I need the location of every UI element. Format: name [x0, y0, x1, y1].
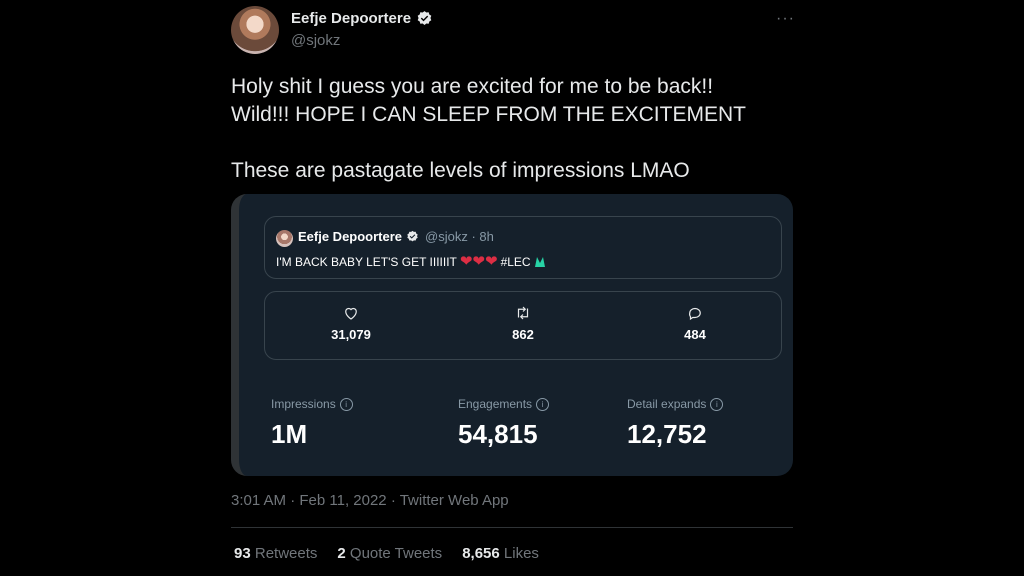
- info-icon: i: [536, 397, 550, 411]
- replies-count: 484: [684, 327, 706, 342]
- tweet-counts: 93 Retweets 2 Quote Tweets 8,656 Likes: [234, 545, 539, 562]
- engagements-value: 54,815: [458, 419, 538, 449]
- likes-stat: 31,079: [306, 304, 396, 342]
- quoted-avatar: [276, 230, 293, 247]
- engagement-stats-box: 31,079 862 484: [264, 291, 782, 360]
- impressions-label: Impressions: [271, 397, 336, 411]
- retweets-stat: 862: [478, 304, 568, 342]
- divider: [231, 527, 793, 528]
- avatar[interactable]: [231, 6, 279, 54]
- detail-expands-label: Detail expands: [627, 397, 707, 411]
- engagements-metric: Engagements i 54,815: [458, 397, 550, 450]
- retweets-count: 862: [512, 327, 534, 342]
- quoted-meta: @sjokz · 8h: [425, 229, 494, 244]
- tweet-media-image[interactable]: Eefje Depoortere @sjokz · 8h I'M BACK BA…: [231, 194, 793, 476]
- verified-badge-icon: [417, 11, 432, 25]
- impressions-metric: Impressions i 1M: [271, 397, 353, 450]
- quotes-num: 2: [337, 545, 346, 562]
- detail-expands-value: 12,752: [627, 419, 707, 449]
- heart-icon: [345, 307, 357, 320]
- tweet-timestamp[interactable]: 3:01 AM · Feb 11, 2022 · Twitter Web App: [231, 492, 509, 509]
- impressions-value: 1M: [271, 419, 308, 449]
- retweets-label: Retweets: [254, 545, 318, 562]
- retweets-num: 93: [234, 545, 251, 562]
- author-handle[interactable]: @sjokz: [291, 32, 340, 49]
- quoted-verified-icon: [407, 230, 418, 242]
- author-display-name[interactable]: Eefje Depoortere: [291, 10, 411, 27]
- quote-tweets-link[interactable]: 2 Quote Tweets: [337, 545, 442, 562]
- retweets-count-link[interactable]: 93 Retweets: [234, 545, 317, 562]
- info-icon: i: [339, 397, 353, 411]
- tweet-text: Holy shit I guess you are excited for me…: [231, 75, 746, 182]
- info-icon: i: [710, 397, 724, 411]
- likes-num: 8,656: [462, 545, 500, 562]
- engagements-label: Engagements: [458, 397, 533, 411]
- likes-label: Likes: [503, 545, 539, 562]
- quoted-text-content: I'M BACK BABY LET'S GET IIIIIIT: [276, 255, 457, 269]
- detail-expands-metric: Detail expands i 12,752: [627, 397, 724, 450]
- quoted-tweet-card: Eefje Depoortere @sjokz · 8h I'M BACK BA…: [264, 216, 782, 279]
- quoted-name: Eefje Depoortere: [298, 229, 403, 244]
- tweet: Eefje Depoortere @sjokz ··· Holy shit I …: [231, 0, 795, 576]
- quoted-text: I'M BACK BABY LET'S GET IIIIIIT ❤❤❤ #LEC: [276, 253, 546, 270]
- likes-count: 31,079: [331, 327, 371, 342]
- lec-logo-icon: [534, 257, 545, 267]
- retweet-icon: [517, 306, 529, 320]
- more-options-icon[interactable]: ···: [776, 10, 795, 28]
- quoted-hashtag: #LEC: [500, 255, 531, 269]
- likes-count-link[interactable]: 8,656 Likes: [462, 545, 539, 562]
- heart-emoji-icon: ❤❤❤: [459, 253, 498, 270]
- replies-stat: 484: [650, 304, 740, 342]
- quoted-header: Eefje Depoortere @sjokz · 8h: [298, 229, 494, 244]
- author-name-row[interactable]: Eefje Depoortere: [291, 10, 433, 27]
- quotes-label: Quote Tweets: [349, 545, 443, 562]
- reply-icon: [689, 307, 701, 321]
